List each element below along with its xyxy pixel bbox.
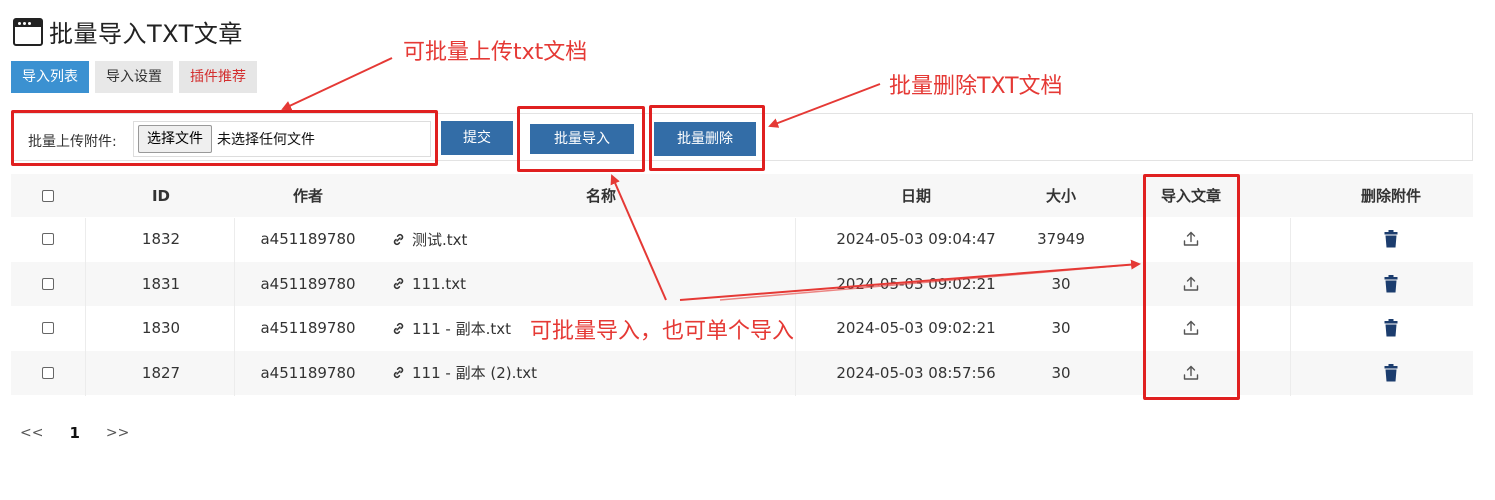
row-name-link[interactable]: 测试.txt (391, 217, 467, 262)
files-table: ID 作者 名称 日期 大小 导入文章 删除附件 1832 a451189780… (11, 174, 1473, 395)
row-id: 1832 (141, 230, 181, 249)
table-row: 1831 a451189780 111.txt 2024-05-03 09:02… (11, 261, 1473, 307)
row-id: 1831 (141, 274, 181, 293)
row-author: a451189780 (260, 230, 356, 249)
row-id: 1830 (141, 319, 181, 338)
link-icon (393, 233, 404, 245)
pagination: << 1 >> (20, 424, 155, 442)
import-highlight-box (517, 106, 645, 172)
trash-icon[interactable] (1356, 217, 1426, 262)
row-author: a451189780 (260, 363, 356, 382)
row-name-text: 111.txt (412, 274, 467, 293)
row-name-link[interactable]: 111.txt (391, 262, 466, 307)
col-delete: 删除附件 (1360, 187, 1421, 205)
table-row: 1832 a451189780 测试.txt 2024-05-03 09:04:… (11, 217, 1473, 262)
next-page-link[interactable]: >> (106, 425, 129, 441)
table-header-row: ID 作者 名称 日期 大小 导入文章 删除附件 (11, 174, 1473, 217)
tab-bar: 导入列表 导入设置 插件推荐 (11, 61, 257, 93)
row-size: 37949 (1037, 230, 1085, 249)
tab-import-settings[interactable]: 导入设置 (95, 61, 173, 93)
link-icon (393, 322, 404, 334)
row-date: 2024-05-03 09:02:21 (836, 319, 996, 338)
row-size: 30 (1051, 319, 1071, 338)
col-id: ID (151, 186, 171, 205)
row-checkbox[interactable] (42, 306, 54, 351)
col-name: 名称 (585, 187, 616, 205)
tab-plugin-recommend[interactable]: 插件推荐 (179, 61, 257, 93)
link-icon (393, 278, 404, 290)
current-page[interactable]: 1 (69, 424, 79, 442)
import-annotation: 可批量导入，也可单个导入 (530, 319, 795, 344)
col-author: 作者 (292, 187, 323, 205)
trash-icon[interactable] (1356, 351, 1426, 396)
row-id: 1827 (141, 363, 181, 382)
col-date: 日期 (900, 187, 931, 205)
page-title: 批量导入TXT文章 (49, 20, 243, 48)
row-checkbox[interactable] (42, 351, 54, 396)
row-date: 2024-05-03 09:02:21 (836, 274, 996, 293)
row-name-link[interactable]: 111 - 副本 (2).txt (391, 351, 537, 396)
row-date: 2024-05-03 08:57:56 (836, 363, 996, 382)
col-size: 大小 (1045, 187, 1076, 205)
row-name-text: 111 - 副本 (2).txt (412, 364, 538, 383)
row-size: 30 (1051, 274, 1071, 293)
column-divider (85, 218, 86, 396)
submit-button[interactable]: 提交 (441, 121, 513, 155)
delete-highlight-box (649, 105, 765, 171)
column-divider (1290, 218, 1291, 396)
import-column-highlight-box (1143, 174, 1240, 400)
trash-icon[interactable] (1356, 306, 1426, 351)
upload-highlight-box (11, 110, 438, 166)
row-checkbox[interactable] (42, 262, 54, 307)
window-icon (13, 17, 43, 46)
row-size: 30 (1051, 363, 1071, 382)
trash-icon[interactable] (1356, 262, 1426, 307)
link-icon (393, 367, 404, 379)
page-header: 批量导入TXT文章 (13, 14, 243, 49)
row-author: a451189780 (260, 274, 356, 293)
row-name-text: 测试.txt (412, 230, 468, 249)
column-divider (795, 218, 796, 396)
prev-page-link[interactable]: << (20, 425, 43, 441)
row-name-text: 111 - 副本.txt (412, 319, 511, 338)
select-all-checkbox[interactable] (42, 174, 54, 217)
row-name-link[interactable]: 111 - 副本.txt (391, 306, 511, 351)
upload-annotation: 可批量上传txt文档 (403, 40, 588, 65)
row-checkbox[interactable] (42, 217, 54, 262)
column-divider (234, 218, 235, 396)
table-row: 1827 a451189780 111 - 副本 (2).txt 2024-05… (11, 350, 1473, 396)
delete-annotation: 批量删除TXT文档 (889, 74, 1063, 99)
row-date: 2024-05-03 09:04:47 (836, 230, 996, 249)
row-author: a451189780 (260, 319, 356, 338)
tab-import-list[interactable]: 导入列表 (11, 61, 89, 93)
